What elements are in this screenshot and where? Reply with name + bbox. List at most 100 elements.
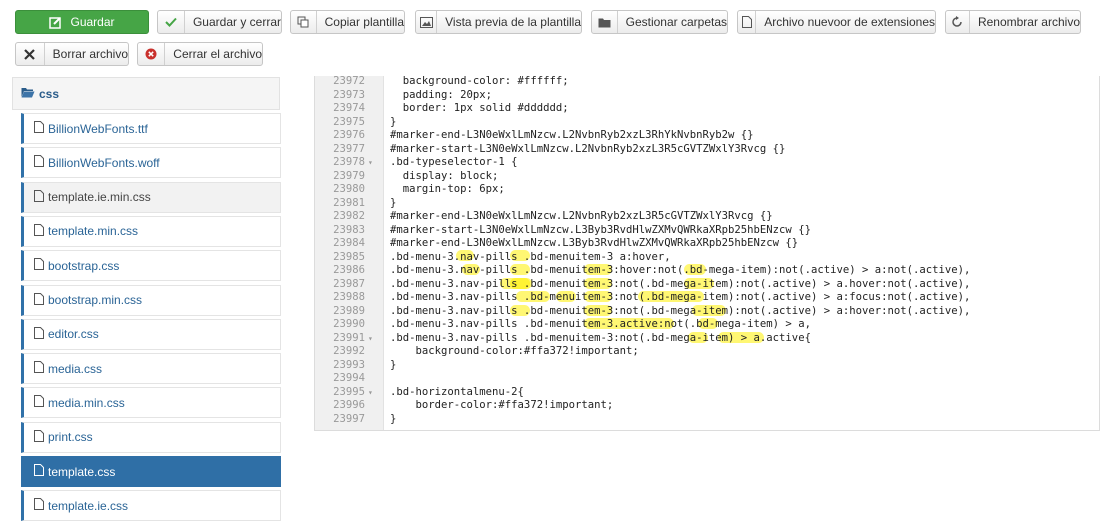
file-item[interactable]: bootstrap.min.css — [21, 284, 281, 316]
save-close-button[interactable]: Guardar y cerrar — [157, 10, 282, 34]
fold-arrow-icon[interactable]: ▾ — [368, 332, 373, 346]
code-text: } — [390, 358, 397, 371]
delete-file-button[interactable]: Borrar archivo — [15, 42, 129, 66]
code-text: display: block; — [390, 169, 499, 182]
line-number: 23973 — [333, 88, 365, 101]
code-line: 23982 #marker-end-L3N0eWxlLmNzcw.L2NvbnRy… — [315, 210, 1099, 224]
file-label: print.css — [48, 430, 93, 445]
code-line: 23990 .bd-menu-3.nav-pills .bd-menuitem-3… — [315, 318, 1099, 332]
code-text: #marker-end-L3N0eWxlLmNzcw.L2NvbnRyb2xzL… — [390, 129, 754, 141]
file-icon — [34, 361, 44, 376]
code-line: 23983 #marker-start-L3N0eWxlLmNzcw.L3Byb3… — [315, 223, 1099, 238]
fold-arrow-icon[interactable]: ▾ — [368, 156, 373, 170]
code-line: 23978 ▾ .bd-typeselector-1 { — [315, 156, 1099, 170]
file-item[interactable]: BillionWebFonts.woff — [21, 147, 281, 179]
file-item[interactable]: bootstrap.css — [21, 250, 281, 282]
file-label: media.min.css — [48, 395, 125, 410]
code-text: #marker-end-L3N0eWxlLmNzcw.L3Byb3RvdHlwZ… — [390, 237, 799, 249]
code-line: 23995 ▾ .bd-horizontalmenu-2{ — [315, 385, 1099, 400]
code-line: 23973 padding: 20px; — [315, 88, 1099, 103]
file-icon — [34, 292, 44, 308]
file-item[interactable]: template.min.css — [21, 215, 281, 247]
file-label: editor.css — [48, 327, 99, 342]
line-number: 23990 — [333, 318, 365, 330]
code-text: border: 1px solid #dddddd; — [390, 102, 569, 114]
code-text: .bd-menu-3.nav-pills .bd-menuitem-3:hove… — [390, 264, 971, 276]
rename-file-button[interactable]: Renombrar archivo — [945, 10, 1081, 34]
code-line: 23996 border-color:#ffa372!important; — [315, 399, 1099, 413]
delete-file-label: Borrar archivo — [52, 47, 128, 61]
code-text: background-color:#ffa372!important; — [390, 345, 639, 357]
line-number: 23975 — [333, 115, 365, 128]
code-text: .bd-menu-3.nav-pills .bd-menuitem-3:not(… — [390, 304, 971, 317]
code-line: 23988 .bd-menu-3.nav-pills .bd-menuitem-3… — [315, 291, 1099, 305]
code-line: 23976 #marker-end-L3N0eWxlLmNzcw.L2NvbnRy… — [315, 129, 1099, 143]
file-icon — [34, 155, 44, 170]
file-label: bootstrap.min.css — [48, 293, 143, 307]
code-text: #marker-start-L3N0eWxlLmNzcw.L3Byb3RvdHl… — [390, 223, 811, 236]
file-item[interactable]: template.css — [21, 456, 281, 487]
close-file-label: Cerrar el archivo — [173, 47, 262, 61]
line-number: 23977 — [333, 142, 365, 155]
file-label: template.ie.min.css — [48, 190, 151, 205]
close-file-button[interactable]: Cerrar el archivo — [137, 42, 263, 66]
file-label: bootstrap.css — [48, 258, 120, 273]
line-number: 23979 — [333, 169, 365, 182]
folder-open-icon — [21, 87, 35, 101]
new-file-button[interactable]: Archivo nuevoor de extensiones — [737, 10, 936, 34]
line-number: 23986 — [333, 264, 365, 276]
line-number: 23996 — [333, 399, 365, 411]
file-label: template.ie.css — [48, 498, 129, 513]
preview-template-button[interactable]: Vista previa de la plantilla — [415, 10, 582, 34]
code-line: 23985 .bd-menu-3.nav-pills .bd-menuitem-3… — [315, 251, 1099, 265]
line-number: 23983 — [333, 223, 365, 236]
file-label: template.min.css — [48, 224, 139, 239]
file-item[interactable]: media.min.css — [21, 387, 281, 419]
code-line: 23991 ▾ .bd-menu-3.nav-pills .bd-menuitem-… — [315, 331, 1099, 346]
file-item[interactable]: BillionWebFonts.ttf — [21, 113, 281, 144]
file-icon — [34, 326, 44, 342]
code-text: .bd-menu-3.nav-pills .bd-menuitem-3:not(… — [390, 331, 811, 344]
line-number: 23980 — [333, 183, 365, 195]
code-line: 23992 background-color:#ffa372!important… — [315, 345, 1099, 359]
code-editor[interactable]: 23972 background-color: #ffffff; 23973 pa… — [314, 76, 1100, 431]
save-button[interactable]: Guardar — [15, 10, 149, 34]
code-line: 23977 #marker-start-L3N0eWxlLmNzcw.L2Nvbn… — [315, 142, 1099, 157]
fold-arrow-icon[interactable]: ▾ — [368, 386, 373, 400]
code-line: 23987 .bd-menu-3.nav-pills .bd-menuitem-3… — [315, 277, 1099, 292]
line-number: 23982 — [333, 210, 365, 222]
line-number: 23974 — [333, 102, 365, 114]
line-number: 23972 — [333, 76, 365, 87]
save-label: Guardar — [70, 15, 115, 29]
file-item[interactable]: media.css — [21, 353, 281, 385]
copy-template-label: Copiar plantilla — [324, 15, 404, 29]
code-line: 23997} — [315, 412, 1099, 427]
code-text: #marker-end-L3N0eWxlLmNzcw.L2NvbnRyb2xzL… — [390, 210, 773, 222]
line-number: 23992 — [333, 345, 365, 357]
file-item[interactable]: editor.css — [21, 318, 281, 350]
file-item[interactable]: print.css — [21, 421, 281, 453]
code-line: 23980 margin-top: 6px; — [315, 183, 1099, 197]
code-text: padding: 20px; — [390, 88, 493, 101]
save-close-label: Guardar y cerrar — [192, 15, 281, 29]
code-text: .bd-horizontalmenu-2{ — [390, 385, 524, 398]
copy-template-button[interactable]: Copiar plantilla — [290, 10, 405, 34]
line-number: 23997 — [333, 412, 365, 425]
code-line: 23974 border: 1px solid #dddddd; — [315, 102, 1099, 116]
file-item[interactable]: template.ie.min.css — [21, 181, 281, 213]
code-text: } — [390, 412, 397, 425]
file-icon — [34, 121, 44, 136]
line-number: 23984 — [333, 237, 365, 249]
toolbar: Guardar Guardar y cerrar Copiar plantill… — [0, 0, 1100, 76]
refresh-icon — [946, 11, 970, 33]
file-icon — [34, 464, 44, 479]
file-item[interactable]: template.ie.css — [21, 490, 281, 521]
code-text: margin-top: 6px; — [390, 183, 505, 195]
code-text: } — [390, 196, 397, 209]
line-number: 23987 — [333, 277, 365, 290]
code-line: 23979 display: block; — [315, 169, 1099, 184]
line-number: 23995 — [333, 385, 365, 398]
manage-folders-button[interactable]: Gestionar carpetas — [591, 10, 728, 34]
folder-css[interactable]: css — [12, 77, 280, 110]
code-text: .bd-menu-3.nav-pills .bd-menuitem-3:not(… — [390, 277, 971, 290]
